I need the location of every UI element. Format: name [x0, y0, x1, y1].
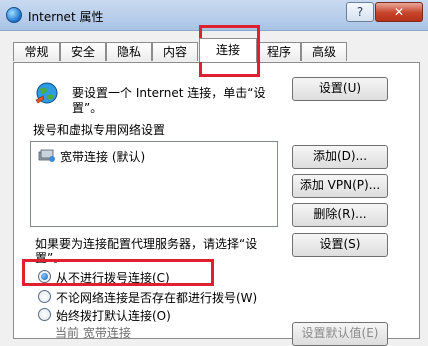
radio-never-dial[interactable] — [38, 270, 51, 283]
tab-privacy[interactable]: 隐私 — [106, 42, 152, 61]
radio-always-dial-default-label[interactable]: 始终拨打默认连接(O) — [56, 307, 171, 324]
list-item-broadband[interactable]: 宽带连接 (默认) — [60, 148, 145, 165]
help-button[interactable]: ? — [346, 2, 374, 22]
set-default-button[interactable]: 设置默认值(E) — [292, 322, 388, 346]
title-bar: Internet 属性 ? ✕ — [0, 0, 428, 31]
close-button[interactable]: ✕ — [375, 2, 423, 22]
lan-settings-button[interactable]: 设置(S) — [292, 233, 388, 257]
tab-connections[interactable]: 连接 — [199, 38, 257, 62]
tab-general[interactable]: 常规 — [13, 42, 60, 61]
radio-always-dial-default[interactable] — [38, 308, 51, 321]
radio-dial-when-no-network-label[interactable]: 不论网络连接是否存在都进行拨号(W) — [56, 289, 257, 306]
tab-strip: 常规 安全 隐私 内容 连接 程序 高级 — [13, 38, 418, 62]
dialup-connection-icon — [38, 149, 55, 162]
radio-never-dial-label[interactable]: 从不进行拨号连接(C) — [56, 269, 170, 286]
current-connection-label: 当前 宽带连接 — [55, 326, 131, 340]
proxy-description-line1: 如果要为连接配置代理服务器，请选择“设 — [35, 237, 258, 251]
tab-advanced[interactable]: 高级 — [301, 42, 347, 61]
radio-dial-when-no-network[interactable] — [38, 290, 51, 303]
globe-connection-icon — [35, 82, 58, 104]
tab-content[interactable]: 内容 — [152, 42, 198, 61]
tab-security[interactable]: 安全 — [60, 42, 106, 61]
setup-description-line2: 置”。 — [72, 101, 103, 115]
tab-programs[interactable]: 程序 — [257, 42, 301, 61]
add-button[interactable]: 添加(D)... — [292, 145, 388, 169]
window-title: Internet 属性 — [28, 10, 104, 24]
setup-button[interactable]: 设置(U) — [292, 77, 388, 101]
proxy-description-line2: 置”。 — [35, 251, 66, 265]
internet-globe-icon — [6, 7, 22, 23]
dialup-section-label: 拨号和虚拟专用网络设置 — [33, 123, 166, 137]
add-vpn-button[interactable]: 添加 VPN(P)... — [292, 174, 388, 198]
remove-button[interactable]: 删除(R)... — [292, 203, 388, 227]
